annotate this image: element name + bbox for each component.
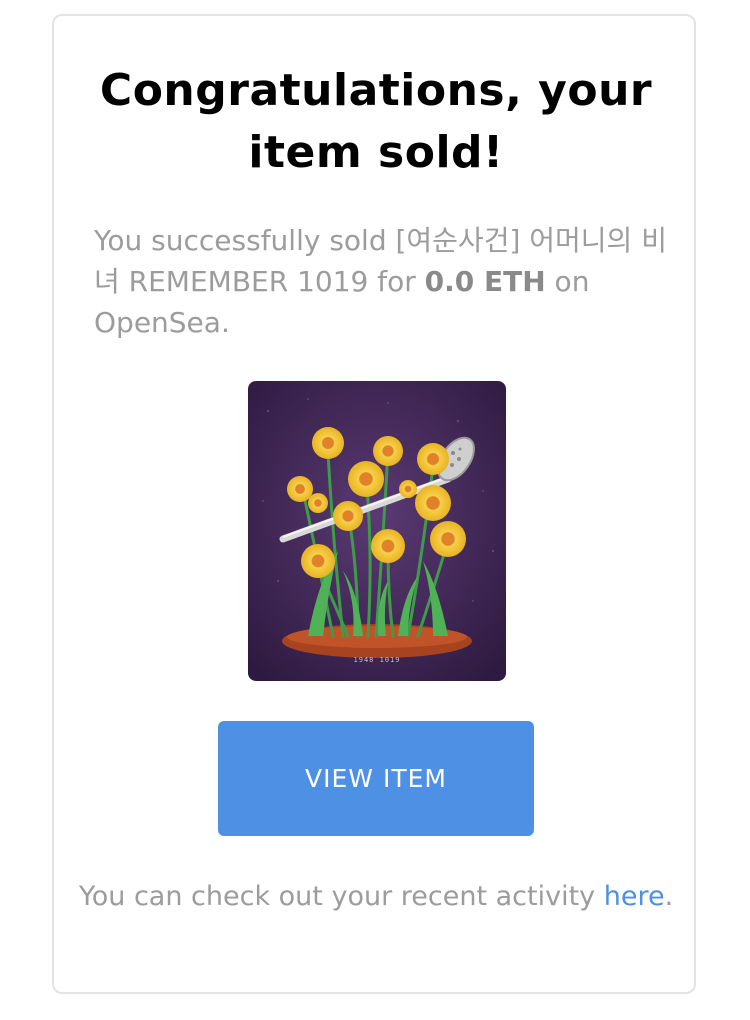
footer-prefix: You can check out your recent activity bbox=[78, 881, 604, 912]
item-artwork-svg: 1948 1019 bbox=[248, 381, 506, 681]
title-line-1: Congratulations, your bbox=[99, 65, 653, 116]
activity-link[interactable]: here bbox=[604, 881, 665, 912]
view-item-button[interactable]: VIEW ITEM bbox=[218, 721, 534, 836]
sale-price: 0.0 ETH bbox=[424, 265, 546, 298]
page-title: Congratulations, your item sold! bbox=[54, 60, 698, 184]
artwork-caption: 1948 1019 bbox=[354, 656, 401, 664]
footer-text: You can check out your recent activity h… bbox=[74, 876, 678, 917]
item-image[interactable]: 1948 1019 bbox=[248, 381, 506, 681]
title-line-2: item sold! bbox=[248, 127, 504, 178]
sale-message: You successfully sold [여순사건] 어머니의 비녀 REM… bbox=[94, 220, 674, 343]
email-card: Congratulations, your item sold! You suc… bbox=[52, 14, 696, 994]
footer-period: . bbox=[664, 881, 674, 912]
